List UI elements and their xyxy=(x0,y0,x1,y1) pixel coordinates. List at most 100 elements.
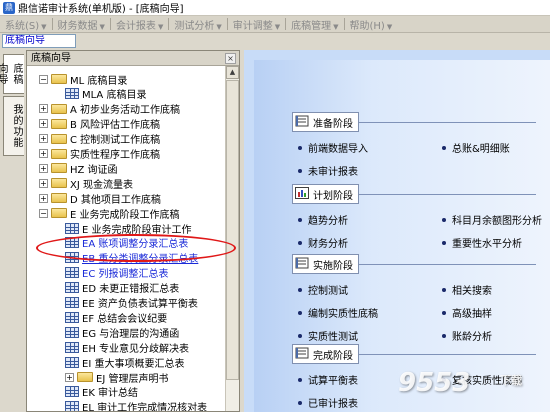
tree-node[interactable]: + EJ 管理层声明书 xyxy=(65,370,169,385)
expand-icon[interactable]: + xyxy=(39,104,48,114)
tree-node[interactable]: + XJ 现金流量表 xyxy=(39,176,133,191)
notebook-icon xyxy=(295,257,313,272)
folder-icon xyxy=(51,178,67,189)
expand-icon[interactable]: + xyxy=(65,372,74,382)
tree-node[interactable]: EI 重大事项概要汇总表 xyxy=(65,355,184,370)
phase-header[interactable]: 完成阶段 xyxy=(292,344,359,364)
folder-icon xyxy=(51,148,67,159)
workflow-link[interactable]: 已审计报表 xyxy=(298,395,358,410)
phase-header[interactable]: 计划阶段 xyxy=(292,184,359,204)
bullet-icon xyxy=(442,240,446,245)
tree-node[interactable]: − E 业务完成阶段工作底稿 xyxy=(39,206,180,221)
tree-node[interactable]: EE 资产负债表试算平衡表 xyxy=(65,296,198,310)
phase-label: 完成阶段 xyxy=(313,350,353,362)
workflow-link[interactable]: 财务分析 xyxy=(298,235,348,250)
tree-node[interactable]: EG 与治理层的沟通函 xyxy=(65,325,179,340)
expand-icon[interactable]: + xyxy=(39,119,48,129)
tree-node-label: EJ 管理层声明书 xyxy=(96,373,169,385)
tree-node[interactable]: + 实质性程序工作底稿 xyxy=(39,147,160,161)
panel-title: 底稿向导 xyxy=(31,53,71,64)
workflow-link-label: 财务分析 xyxy=(308,239,348,250)
tree-scrollbar[interactable]: ▲ xyxy=(225,66,239,411)
menu-audit-adjustment[interactable]: 审计调整 ▼ xyxy=(228,17,285,32)
tree-node[interactable]: + D 其他项目工作底稿 xyxy=(39,191,161,206)
menu-financial-data[interactable]: 财务数据 ▼ xyxy=(53,17,110,32)
workflow-link-label: 控制测试 xyxy=(308,286,348,297)
folder-icon xyxy=(51,208,67,219)
bullet-icon xyxy=(442,333,446,338)
expand-icon[interactable]: + xyxy=(39,149,48,158)
table-icon xyxy=(65,88,79,100)
workflow-link-label: 总账&明细账 xyxy=(452,144,510,155)
workflow-link[interactable]: 相关搜索 xyxy=(442,282,492,297)
workflow-link[interactable]: 总账&明细账 xyxy=(442,140,510,155)
phase-header[interactable]: 准备阶段 xyxy=(292,112,359,132)
window-title: 鼎信诺审计系统(单机版) - [底稿向导] xyxy=(18,4,184,15)
tree-node[interactable]: − ML 底稿目录 xyxy=(39,72,128,87)
workflow-link[interactable]: 账龄分析 xyxy=(442,328,492,343)
tree-node[interactable]: + A 初步业务活动工作底稿 xyxy=(39,102,180,116)
workflow-link[interactable]: 高级抽样 xyxy=(442,305,492,320)
tree-node-label: B 风险评估工作底稿 xyxy=(70,120,161,132)
expand-icon[interactable]: + xyxy=(39,134,48,144)
tree-node[interactable]: EF 总结会会议纪要 xyxy=(65,310,167,325)
tree-node[interactable]: EK 审计总结 xyxy=(65,385,138,399)
workflow-link-label: 趋势分析 xyxy=(308,216,348,227)
expand-icon[interactable]: + xyxy=(39,178,48,188)
tree-node-label: EE 资产负债表试算平衡表 xyxy=(82,299,198,310)
menu-test-analysis[interactable]: 测试分析 ▼ xyxy=(169,17,226,32)
workflow-link[interactable]: 实质性测试 xyxy=(298,328,358,343)
tree-node-label: A 初步业务活动工作底稿 xyxy=(70,105,181,117)
tree-node[interactable]: ED 未更正错报汇总表 xyxy=(65,281,179,295)
collapse-icon[interactable]: − xyxy=(39,208,48,218)
scroll-up-arrow-icon[interactable]: ▲ xyxy=(226,66,239,79)
tree-node[interactable]: E 业务完成阶段审计工作 xyxy=(65,221,192,236)
expand-icon[interactable]: + xyxy=(39,163,48,173)
tree-node[interactable]: + B 风险评估工作底稿 xyxy=(39,117,160,131)
table-icon xyxy=(65,297,79,308)
phase-header[interactable]: 实施阶段 xyxy=(292,254,359,274)
tree-node-label: ML 底稿目录 xyxy=(70,75,128,87)
folder-icon xyxy=(51,163,67,174)
workflow-link[interactable]: 趋势分析 xyxy=(298,212,348,227)
workflow-link[interactable]: 控制测试 xyxy=(298,282,348,297)
folder-icon xyxy=(51,74,67,84)
tree-node[interactable]: MLA 底稿目录 xyxy=(65,87,146,101)
phase-label: 计划阶段 xyxy=(313,190,353,202)
tree-node[interactable]: EL 审计工作完成情况核对表 xyxy=(65,400,207,411)
folder-icon xyxy=(51,103,67,114)
tab-workpaper-wizard[interactable]: 底稿向导 xyxy=(0,54,24,94)
collapse-icon[interactable]: − xyxy=(39,74,48,84)
app-icon: 鼎 xyxy=(3,1,15,14)
scrollbar-thumb[interactable] xyxy=(226,80,239,380)
menu-accounting-reports[interactable]: 会计报表 ▼ xyxy=(111,17,168,32)
expand-icon[interactable]: + xyxy=(39,193,48,203)
tree-node-label: HZ 询证函 xyxy=(70,164,118,176)
tree-node-label: EK 审计总结 xyxy=(82,388,139,400)
tree-node-label: E 业务完成阶段工作底稿 xyxy=(70,209,180,221)
bullet-icon xyxy=(298,400,302,405)
tree-node[interactable]: EC 列报调整汇总表 xyxy=(65,266,168,280)
address-field[interactable]: 底稿向导 xyxy=(2,34,76,48)
table-icon xyxy=(65,401,79,411)
bullet-icon xyxy=(298,287,302,292)
bar-chart-icon xyxy=(295,186,313,202)
tree-node[interactable]: + HZ 询证函 xyxy=(39,161,118,176)
menu-workpaper-management[interactable]: 底稿管理 ▼ xyxy=(286,17,343,32)
table-icon xyxy=(65,356,79,368)
workflow-link[interactable]: 未审计报表 xyxy=(298,163,358,178)
close-icon[interactable]: × xyxy=(225,53,236,64)
tree-node[interactable]: EH 专业意见分歧解决表 xyxy=(65,340,189,355)
tree-node-label: C 控制测试工作底稿 xyxy=(70,135,161,147)
tab-my-functions[interactable]: 我的功能 xyxy=(3,96,24,156)
workflow-link[interactable]: 科目月余额图形分析 xyxy=(442,212,542,227)
workflow-link[interactable]: 前端数据导入 xyxy=(298,140,368,155)
menu-system[interactable]: 系统(S) ▼ xyxy=(0,17,52,32)
workflow-link[interactable]: 编制实质性底稿 xyxy=(298,305,378,320)
folder-icon xyxy=(51,193,67,204)
tree-node-label: ED 未更正错报汇总表 xyxy=(82,284,180,296)
tree-node[interactable]: + C 控制测试工作底稿 xyxy=(39,132,160,146)
workflow-link[interactable]: 重要性水平分析 xyxy=(442,235,522,250)
workflow-link[interactable]: 试算平衡表 xyxy=(298,372,358,387)
menu-help[interactable]: 帮助(H) ▼ xyxy=(345,17,398,32)
